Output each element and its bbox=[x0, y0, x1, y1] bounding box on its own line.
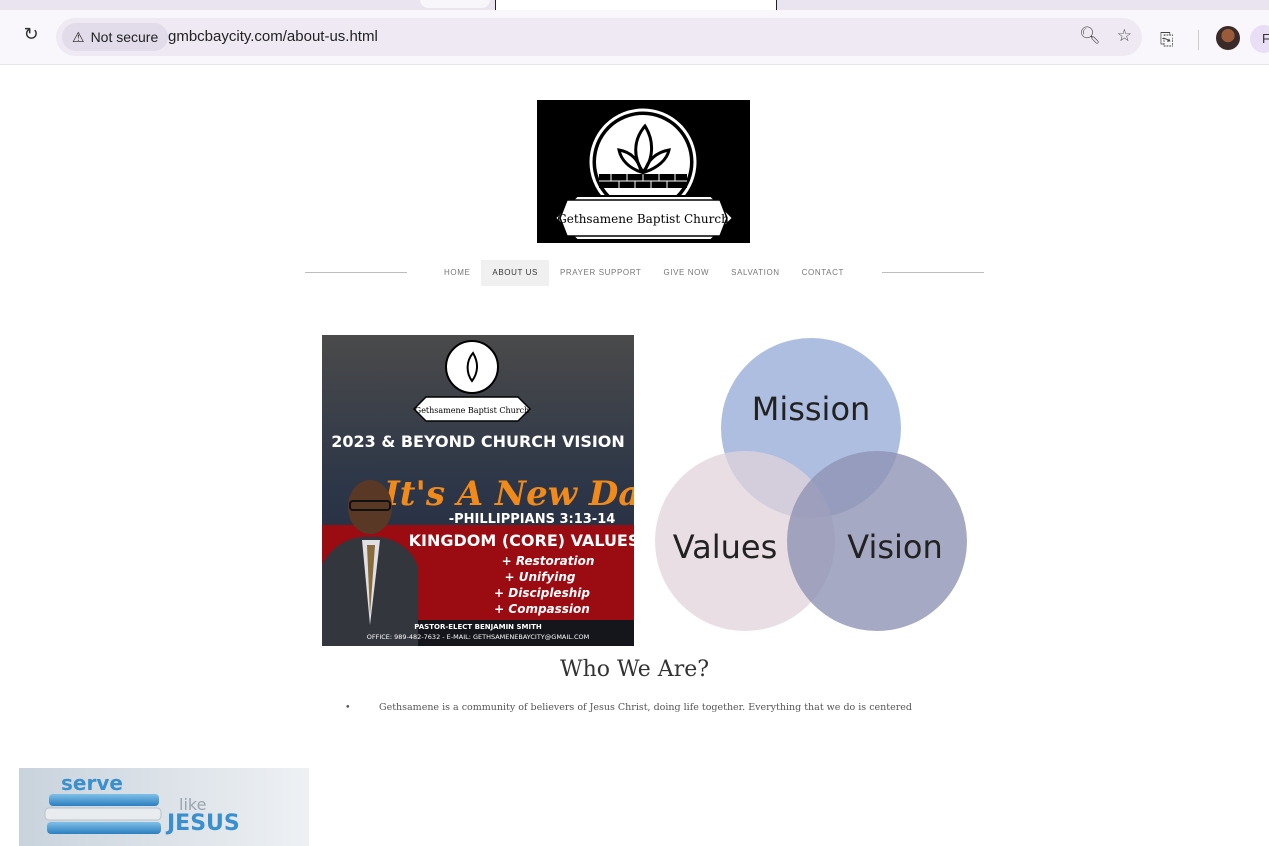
flyer-value-3: + Discipleship bbox=[494, 586, 590, 600]
flyer-value-4: + Compassion bbox=[494, 602, 590, 616]
content-cutoff bbox=[0, 728, 1269, 758]
warning-icon: ⚠ bbox=[72, 28, 85, 45]
banner-word-jesus: JESUS bbox=[165, 811, 240, 836]
flyer-contact: OFFICE: 989-482-7632 - E-MAIL: GETHSAMEN… bbox=[367, 633, 590, 641]
main-nav: HOME ABOUT US PRAYER SUPPORT GIVE NOW SA… bbox=[305, 260, 984, 286]
toolbar-divider bbox=[1198, 30, 1199, 50]
nav-salvation[interactable]: SALVATION bbox=[720, 260, 791, 286]
serve-like-jesus-banner: serve like JESUS bbox=[19, 768, 309, 846]
nav-contact[interactable]: CONTACT bbox=[791, 260, 855, 286]
nav-home[interactable]: HOME bbox=[433, 260, 481, 286]
address-bar[interactable]: ⚠ Not secure gmbcbaycity.com/about-us.ht… bbox=[56, 18, 1142, 56]
security-chip[interactable]: ⚠ Not secure bbox=[62, 23, 169, 51]
pastor-photo bbox=[348, 480, 392, 534]
mission-vision-values-diagram: Mission Values Vision bbox=[655, 338, 967, 631]
profile-button[interactable]: F bbox=[1250, 25, 1269, 53]
nav-divider-left bbox=[305, 272, 407, 273]
browser-toolbar: ↻ ⚠ Not secure gmbcbaycity.com/about-us.… bbox=[0, 10, 1269, 65]
venn-label-mission: Mission bbox=[752, 390, 871, 428]
flyer-pastor: PASTOR-ELECT BENJAMIN SMITH bbox=[414, 623, 542, 631]
logo-text: Gethsamene Baptist Church bbox=[557, 212, 729, 226]
nav-give-now[interactable]: GIVE NOW bbox=[652, 260, 720, 286]
site-logo[interactable]: Gethsamene Baptist Church bbox=[537, 100, 750, 243]
nav-about-us[interactable]: ABOUT US bbox=[481, 260, 549, 286]
flyer-verse: -PHILLIPPIANS 3:13-14 bbox=[449, 512, 616, 527]
flyer-value-1: + Restoration bbox=[502, 554, 595, 568]
venn-label-values: Values bbox=[673, 528, 778, 566]
flyer-title: 2023 & BEYOND CHURCH VISION bbox=[331, 432, 625, 451]
banner-word-serve: serve bbox=[61, 771, 123, 795]
flyer-church-name: Gethsamene Baptist Church bbox=[415, 406, 529, 415]
url-text[interactable]: gmbcbaycity.com/about-us.html bbox=[168, 28, 378, 45]
venn-label-vision: Vision bbox=[847, 528, 943, 566]
flyer-values-heading: KINGDOM (CORE) VALUES bbox=[409, 531, 634, 550]
about-text: Gethsamene is a community of believers o… bbox=[379, 702, 912, 713]
nav-prayer-support[interactable]: PRAYER SUPPORT bbox=[549, 260, 652, 286]
reload-icon[interactable]: ↻ bbox=[20, 24, 42, 46]
extensions-icon[interactable]: ⎘ bbox=[1160, 30, 1174, 50]
bookmark-star-icon[interactable]: ☆ bbox=[1117, 26, 1132, 46]
security-label: Not secure bbox=[90, 29, 159, 45]
zoom-icon[interactable]: 🔍︎ bbox=[1079, 26, 1101, 46]
church-vision-flyer: Gethsamene Baptist Church 2023 & BEYOND … bbox=[322, 335, 634, 646]
flyer-value-2: + Unifying bbox=[505, 570, 576, 584]
who-we-are-heading: Who We Are? bbox=[559, 657, 710, 682]
bullet-icon: • bbox=[345, 702, 351, 713]
tab-fragment[interactable] bbox=[420, 0, 490, 8]
flyer-script-title: It's A New Day bbox=[383, 474, 634, 514]
nav-divider-right bbox=[882, 272, 984, 273]
account-avatar[interactable] bbox=[1216, 26, 1240, 50]
